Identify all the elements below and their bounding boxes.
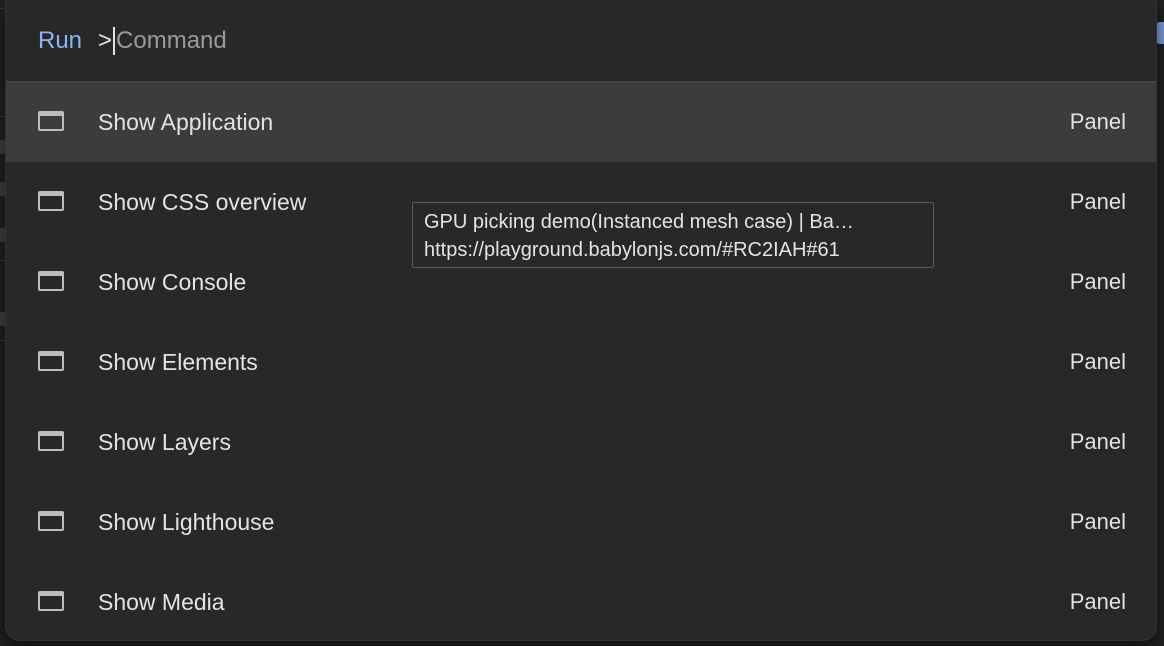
command-item-label: Show CSS overview	[98, 188, 307, 215]
command-item-category: Panel	[1069, 429, 1126, 454]
panel-window-icon	[38, 191, 64, 211]
tab-tooltip: GPU picking demo(Instanced mesh case) | …	[412, 202, 934, 268]
panel-window-icon	[38, 511, 64, 531]
panel-window-icon	[38, 431, 64, 451]
panel-window-icon	[38, 111, 64, 131]
command-item[interactable]: Show Elements Panel	[6, 322, 1156, 402]
command-item-category: Panel	[1069, 189, 1126, 214]
command-prefix: >	[98, 26, 113, 54]
command-item[interactable]: Show Layers Panel	[6, 402, 1156, 482]
prompt-mode-label: Run	[38, 26, 83, 54]
panel-window-icon	[38, 271, 64, 291]
text-caret	[113, 26, 116, 55]
command-item-selected[interactable]: Show Application Panel	[6, 82, 1156, 162]
command-item-category: Panel	[1069, 349, 1126, 374]
command-item-label: Show Media	[98, 588, 225, 615]
tooltip-title: GPU picking demo(Instanced mesh case) | …	[424, 211, 854, 233]
command-item-label: Show Layers	[98, 428, 231, 455]
command-item-category: Panel	[1069, 509, 1126, 534]
command-item-label: Show Application	[98, 108, 274, 135]
command-item[interactable]: Show Media Panel	[6, 562, 1156, 640]
command-input[interactable]: > Command	[98, 26, 227, 55]
command-list: Show Application Panel Show CSS overview…	[6, 82, 1156, 640]
command-item[interactable]: Show Lighthouse Panel	[6, 482, 1156, 562]
command-palette: Run > Command Show Application Panel Sho…	[6, 0, 1156, 640]
panel-window-icon	[38, 351, 64, 371]
command-item-label: Show Console	[98, 268, 247, 295]
command-item-label: Show Lighthouse	[98, 508, 275, 535]
command-item-category: Panel	[1069, 109, 1126, 134]
tooltip-url: https://playground.babylonjs.com/#RC2IAH…	[424, 239, 840, 261]
command-input-placeholder: Command	[116, 26, 227, 54]
panel-window-icon	[38, 591, 64, 611]
command-item-category: Panel	[1069, 589, 1126, 614]
command-item-category: Panel	[1069, 269, 1126, 294]
command-item-label: Show Elements	[98, 348, 258, 375]
command-prompt-bar[interactable]: Run > Command	[6, 0, 1156, 82]
background-accent-icon	[1156, 22, 1164, 44]
